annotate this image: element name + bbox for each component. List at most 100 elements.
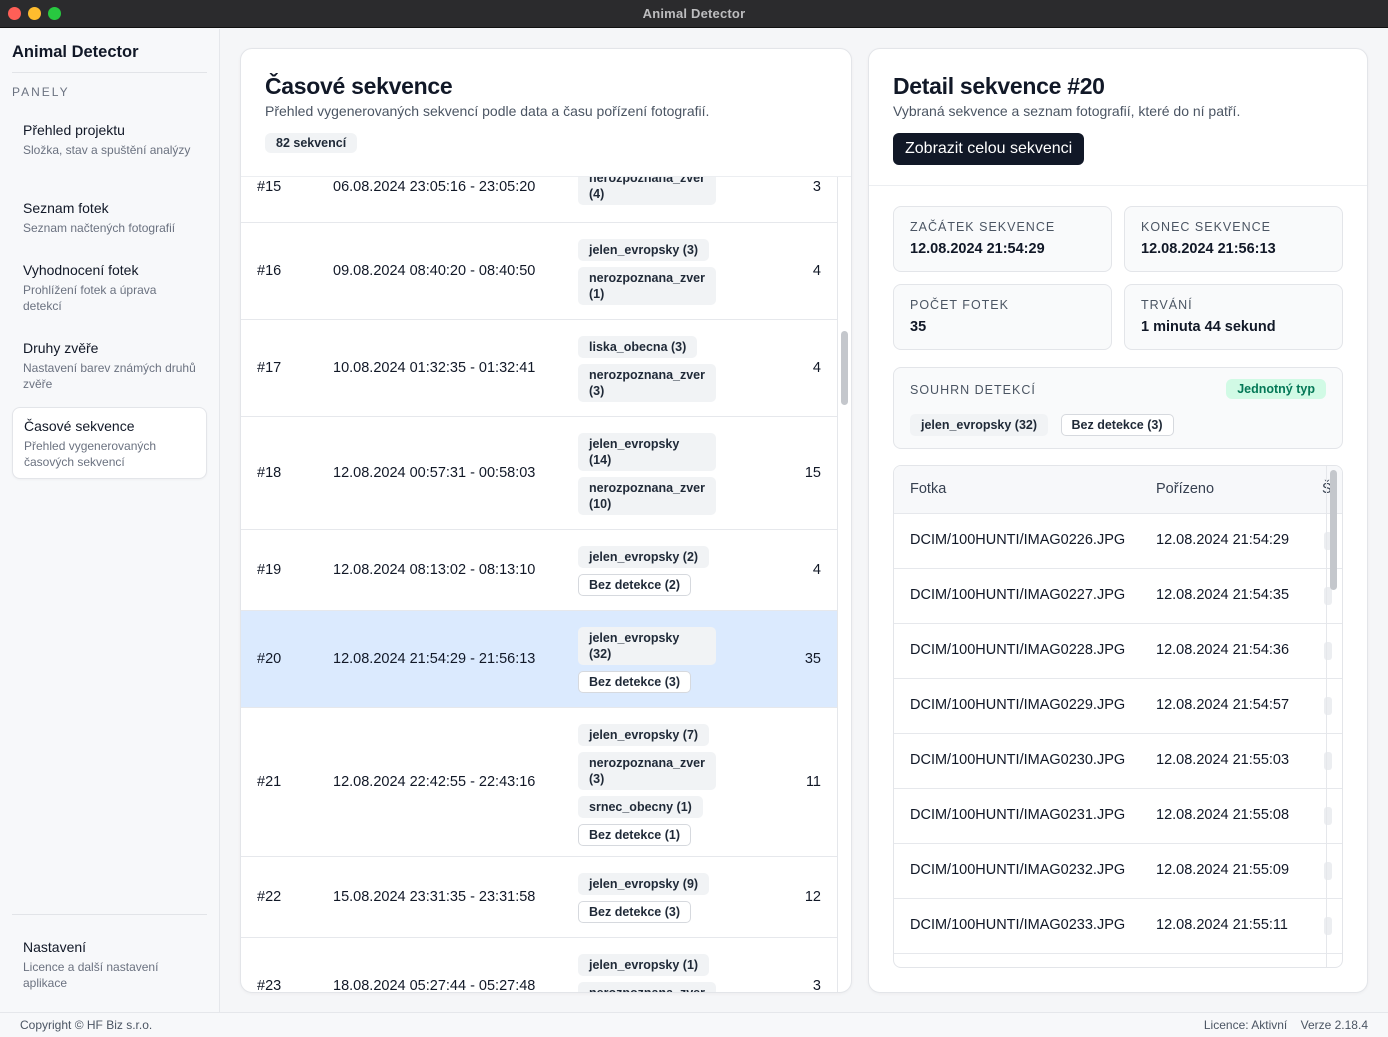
detection-tag: jelen_evropsky (14) [578,433,716,471]
sequence-id: #15 [257,179,282,195]
table-row[interactable]: #15 06.08.2024 23:05:16 - 23:05:20 neroz… [241,177,837,223]
sequence-id: #21 [257,774,282,790]
detection-tag: nerozpoznana_zver (3) [578,752,716,790]
photo-taken: 12.08.2024 21:55:08 [1156,807,1290,823]
sequence-id: #17 [257,360,282,376]
photo-path: DCIM/100HUNTI/IMAG0232.JPG [910,862,1126,878]
sequence-id: #23 [257,978,282,993]
summary-label: SOUHRN DETEKCÍ [910,383,1036,397]
sidebar-item-title: Přehled projektu [23,122,125,138]
sequence-time-range: 09.08.2024 08:40:20 - 08:40:50 [333,263,536,279]
sequence-count-badge: 82 sekvencí [265,133,358,153]
info-label: POČET FOTEK [910,298,1009,312]
column-header-taken[interactable]: Pořízeno [1156,481,1214,497]
table-row[interactable]: #23 18.08.2024 05:27:44 - 05:27:48 jelen… [241,938,837,993]
sequence-end-card: KONEC SEKVENCE 12.08.2024 21:56:13 [1124,206,1343,272]
sequence-photo-count: 3 [812,978,821,993]
sidebar-section-label: PANELY [12,85,70,99]
sequence-time-range: 12.08.2024 22:42:55 - 22:43:16 [333,774,536,790]
panel-header-divider [869,185,1367,186]
sequence-id: #22 [257,889,282,905]
detection-tag: jelen_evropsky (32) [578,627,716,665]
detection-tag: nerozpoznana_zver (4) [578,177,716,205]
photo-taken: 12.08.2024 21:54:36 [1156,642,1290,658]
sequence-tags: nerozpoznana_zver (4) [578,177,718,211]
license-status: Licence: Aktivní [1203,1018,1288,1032]
sequence-list[interactable]: #15 06.08.2024 23:05:16 - 23:05:20 neroz… [241,177,837,993]
sequence-id: #16 [257,263,282,279]
sidebar-item-title: Časové sekvence [24,418,135,434]
scroll-track [1326,466,1327,967]
sequence-photo-count: 15 [804,465,821,481]
sequence-time-range: 15.08.2024 23:31:35 - 23:31:58 [333,889,536,905]
detection-tag: jelen_evropsky (3) [578,239,710,261]
scroll-track [837,177,838,992]
no-detection-tag: Bez detekce (1) [578,824,692,846]
sequence-id: #20 [257,651,282,667]
sequences-panel: Časové sekvence Přehled vygenerovaných s… [240,48,852,993]
sequence-photo-count: 3 [812,179,821,195]
detection-tag: jelen_evropsky (1) [578,954,710,976]
no-detection-tag: Bez detekce (2) [578,574,692,596]
table-row[interactable]: DCIM/100HUNTI/IMAG0232.JPG 12.08.2024 21… [894,844,1342,899]
no-detection-tag: Bez detekce (3) [578,671,692,693]
info-label: TRVÁNÍ [1141,298,1193,312]
sequence-photo-count: 12 [804,889,821,905]
photo-taken: 12.08.2024 21:55:11 [1156,917,1288,933]
sequence-id: #19 [257,562,282,578]
sequence-time-range: 12.08.2024 21:54:29 - 21:56:13 [333,651,536,667]
table-row[interactable]: DCIM/100HUNTI/IMAG0231.JPG 12.08.2024 21… [894,789,1342,844]
sidebar-item-settings[interactable]: Nastavení Licence a další nastavení apli… [12,938,207,1000]
sidebar-item-photo-list[interactable]: Seznam fotek Seznam načtených fotografií [12,199,207,245]
sequence-detail-panel: Detail sekvence #20 Vybraná sekvence a s… [868,48,1368,993]
info-value: 35 [910,319,927,335]
sequence-tags: jelen_evropsky (2) Bez detekce (2) [578,546,718,602]
info-value: 12.08.2024 21:54:29 [910,241,1045,257]
sequence-time-range: 12.08.2024 08:13:02 - 08:13:10 [333,562,536,578]
sidebar-item-subtitle: Nastavení barev známých druhů zvěře [23,361,196,391]
detection-tag: nerozpoznana_zver (1) [578,267,716,305]
table-row[interactable]: DCIM/100HUNTI/IMAG0233.JPG 12.08.2024 21… [894,899,1342,954]
status-bar: Copyright © HF Biz s.r.o. Licence: Aktiv… [0,1012,1388,1037]
photo-count-card: POČET FOTEK 35 [893,284,1112,350]
sidebar-item-title: Seznam fotek [23,200,109,216]
photo-path: DCIM/100HUNTI/IMAG0226.JPG [910,532,1126,548]
table-row[interactable]: #21 12.08.2024 22:42:55 - 22:43:16 jelen… [241,708,837,857]
sequence-list-scrollbar[interactable] [841,331,848,405]
info-value: 1 minuta 44 sekund [1141,319,1276,335]
sequence-tags: jelen_evropsky (1) nerozpoznana_zver [578,954,718,992]
photo-table-scrollbar[interactable] [1330,470,1337,590]
sidebar-item-project-overview[interactable]: Přehled projektu Složka, stav a spuštění… [12,121,207,183]
sequence-time-range: 10.08.2024 01:32:35 - 01:32:41 [333,360,536,376]
show-full-sequence-button[interactable]: Zobrazit celou sekvenci [893,133,1085,165]
table-row-selected[interactable]: #20 12.08.2024 21:54:29 - 21:56:13 jelen… [241,611,837,708]
table-row[interactable]: #19 12.08.2024 08:13:02 - 08:13:10 jelen… [241,530,837,611]
table-row[interactable]: #17 10.08.2024 01:32:35 - 01:32:41 liska… [241,320,837,417]
page-title: Časové sekvence [265,73,453,99]
uniform-type-badge: Jednotný typ [1226,379,1326,399]
window-titlebar: Animal Detector [0,0,1388,28]
table-header: Fotka Pořízeno Š [894,466,1342,514]
sequence-tags: jelen_evropsky (3) nerozpoznana_zver (1) [578,239,718,311]
photo-path: DCIM/100HUNTI/IMAG0229.JPG [910,697,1126,713]
table-row[interactable]: DCIM/100HUNTI/IMAG0230.JPG 12.08.2024 21… [894,734,1342,789]
table-row[interactable]: DCIM/100HUNTI/IMAG0228.JPG 12.08.2024 21… [894,624,1342,679]
table-row[interactable]: DCIM/100HUNTI/IMAG0226.JPG 12.08.2024 21… [894,514,1342,569]
table-row[interactable]: #22 15.08.2024 23:31:35 - 23:31:58 jelen… [241,857,837,938]
sidebar-item-time-sequences[interactable]: Časové sekvence Přehled vygenerovaných č… [12,407,207,479]
sequence-photo-count: 35 [804,651,821,667]
table-row[interactable]: #18 12.08.2024 00:57:31 - 00:58:03 jelen… [241,417,837,530]
sidebar-item-photo-evaluation[interactable]: Vyhodnocení fotek Prohlížení fotek a úpr… [12,261,207,323]
photo-path: DCIM/100HUNTI/IMAG0227.JPG [910,587,1126,603]
table-row[interactable]: #16 09.08.2024 08:40:20 - 08:40:50 jelen… [241,223,837,320]
detection-tag: liska_obecna (3) [578,336,698,358]
detection-tag: jelen_evropsky (9) [578,873,710,895]
column-header-photo[interactable]: Fotka [910,481,946,497]
table-row[interactable]: DCIM/100HUNTI/IMAG0227.JPG 12.08.2024 21… [894,569,1342,624]
detection-tag: nerozpoznana_zver (10) [578,477,716,515]
detail-title: Detail sekvence #20 [893,73,1105,99]
sidebar-item-subtitle: Složka, stav a spuštění analýzy [23,143,191,157]
sidebar-item-animal-species[interactable]: Druhy zvěře Nastavení barev známých druh… [12,339,207,401]
table-row[interactable]: DCIM/100HUNTI/IMAG0229.JPG 12.08.2024 21… [894,679,1342,734]
photo-table: Fotka Pořízeno Š DCIM/100HUNTI/IMAG0226.… [893,465,1343,968]
